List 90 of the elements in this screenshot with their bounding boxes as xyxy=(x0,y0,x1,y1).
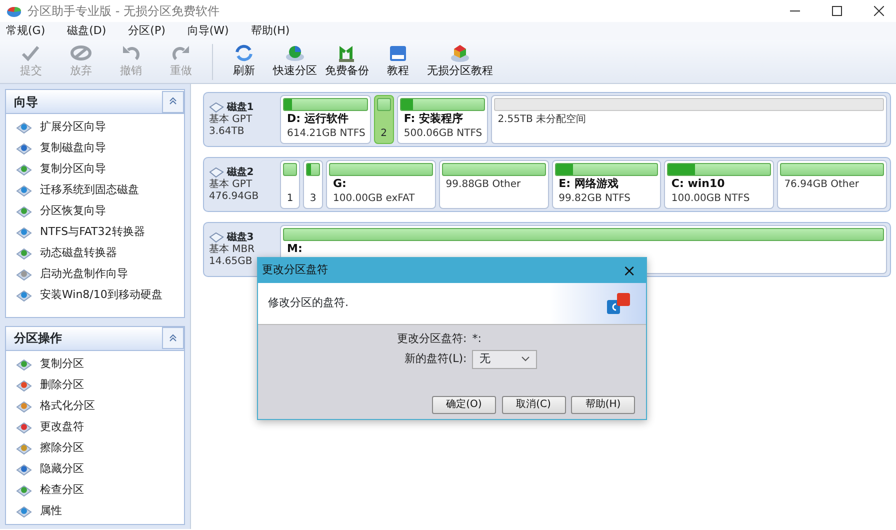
toolbar-button[interactable]: 免费备份 xyxy=(321,41,373,82)
sidebar-item[interactable]: 复制分区向导 xyxy=(6,158,184,180)
dialog-button[interactable]: 帮助(H) xyxy=(571,396,635,414)
partition-block[interactable]: C: win10 100.00GB NTFS xyxy=(664,160,774,209)
partition-label: F: 安装程序 xyxy=(402,112,464,126)
partition-label: D: 运行软件 xyxy=(286,112,350,126)
partition-block[interactable]: 2 xyxy=(374,95,394,144)
sidebar-item[interactable]: 动态磁盘转换器 xyxy=(6,242,184,264)
field-value: *: xyxy=(472,330,482,346)
sidebar-item[interactable]: 删除分区 xyxy=(6,374,184,396)
chevron-up-icon xyxy=(169,96,177,105)
partition-block[interactable]: D: 运行软件 614.21GB NTFS xyxy=(280,95,371,144)
sidebar-item[interactable]: 安装Win8/10到移动硬盘 xyxy=(6,284,184,306)
partition-info: 500.06GB NTFS xyxy=(402,127,484,141)
partition-block[interactable]: 99.88GB Other xyxy=(438,160,549,209)
menu-item[interactable]: 磁盘(D) xyxy=(67,22,106,40)
unallocated-block[interactable]: 2.55TB 未分配空间 xyxy=(490,95,887,144)
partition-label: E: 网络游戏 xyxy=(558,176,620,191)
disk-size: 14.65GB xyxy=(209,256,252,268)
close-icon xyxy=(874,6,884,16)
disk-cube-icon xyxy=(449,43,471,64)
partition-info: 614.21GB NTFS xyxy=(286,127,366,141)
partition-block[interactable]: G: 100.00GB exFAT xyxy=(326,160,436,209)
partition-info: 100.00GB exFAT xyxy=(332,192,416,206)
partition-number: 2 xyxy=(380,127,388,141)
partition-info: 100.00GB NTFS xyxy=(670,192,751,206)
partition-label: G: xyxy=(332,176,348,191)
sidebar-item[interactable]: 格式化分区 xyxy=(6,396,184,416)
collapse-button[interactable] xyxy=(162,90,184,112)
panel-title: 分区操作 xyxy=(14,330,62,348)
partition-number: 3 xyxy=(308,192,318,206)
sidebar-item[interactable]: 迁移系统到固态磁盘 xyxy=(6,180,184,201)
disk-type: 基本 MBR xyxy=(209,244,255,256)
field-label: 新的盘符(L): xyxy=(403,351,467,367)
partition-block[interactable]: F: 安装程序 500.06GB NTFS xyxy=(396,95,488,144)
disk-name: 磁盘3 xyxy=(226,232,254,244)
partition-block[interactable]: 76.94GB Other xyxy=(777,160,887,209)
maximize-icon xyxy=(832,6,842,16)
panel-title: 向导 xyxy=(14,94,38,110)
sidebar-item[interactable]: 隐藏分区 xyxy=(6,458,184,480)
disk-name: 磁盘1 xyxy=(226,102,254,114)
sidebar-item[interactable]: NTFS与FAT32转换器 xyxy=(6,222,184,243)
sidebar-item[interactable]: 属性 xyxy=(6,500,184,522)
drive-letter-dropdown[interactable]: 无 xyxy=(472,350,538,369)
collapse-button[interactable] xyxy=(162,327,184,350)
disk-globe-icon xyxy=(284,43,306,64)
toolbar-button[interactable]: 无损分区教程 xyxy=(423,41,497,82)
book-icon xyxy=(387,43,409,64)
menu-item[interactable]: 分区(P) xyxy=(128,22,166,40)
toolbar-button[interactable]: 快速分区 xyxy=(269,41,321,82)
partition-block[interactable]: 1 xyxy=(280,160,300,209)
partition-info: 2.55TB 未分配空间 xyxy=(496,112,588,127)
drive-letter-icon xyxy=(606,292,632,316)
partition-info: 76.94GB Other xyxy=(783,178,860,192)
chevron-down-icon xyxy=(521,356,530,362)
partition-label: M: xyxy=(286,242,304,256)
partition-info: 99.88GB Other xyxy=(444,178,522,192)
menu-item[interactable]: 帮助(H) xyxy=(250,22,290,40)
toolbar-button[interactable]: 刷新 xyxy=(219,41,269,82)
window-title: 分区助手专业版 - 无损分区免费软件 xyxy=(28,3,220,20)
toolbar-button[interactable]: 教程 xyxy=(373,41,423,82)
field-label: 更改分区盘符: xyxy=(396,330,467,346)
disk-size: 476.94GB xyxy=(209,190,259,202)
dialog-description: 修改分区的盘符. xyxy=(268,295,348,312)
partition-block[interactable]: E: 网络游戏 99.82GB NTFS xyxy=(552,160,662,209)
app-logo-icon xyxy=(6,4,22,18)
chevron-up-icon xyxy=(169,334,177,342)
menu-item[interactable]: 常规(G) xyxy=(6,22,46,40)
minimize-icon xyxy=(790,10,800,12)
disk-type: 基本 GPT xyxy=(209,114,252,126)
partition-info: 99.82GB NTFS xyxy=(558,192,632,206)
disk-name: 磁盘2 xyxy=(226,166,254,178)
disk-size: 3.64TB xyxy=(209,126,244,138)
partition-number: 1 xyxy=(286,192,294,206)
sidebar-item[interactable]: 分区恢复向导 xyxy=(6,200,184,222)
partition-label: C: win10 xyxy=(670,176,726,191)
sidebar-item[interactable]: 启动光盘制作向导 xyxy=(6,264,184,285)
disk-type: 基本 GPT xyxy=(209,178,252,190)
refresh-icon xyxy=(233,43,255,64)
menu-item[interactable]: 向导(W) xyxy=(187,22,229,40)
sidebar-item[interactable]: 更改盘符 xyxy=(6,416,184,438)
partition-block[interactable]: 3 xyxy=(303,160,323,209)
checkmark-icon xyxy=(20,43,42,64)
sidebar-item[interactable]: 扩展分区向导 xyxy=(6,116,184,138)
dialog-button[interactable]: 取消(C) xyxy=(502,396,566,414)
sidebar-item[interactable]: 擦除分区 xyxy=(6,438,184,458)
dialog-button[interactable]: 确定(O) xyxy=(432,396,496,414)
sidebar-item[interactable]: 检查分区 xyxy=(6,480,184,500)
sidebar-item[interactable]: 复制分区 xyxy=(6,354,184,374)
sidebar-item[interactable]: 复制磁盘向导 xyxy=(6,138,184,159)
